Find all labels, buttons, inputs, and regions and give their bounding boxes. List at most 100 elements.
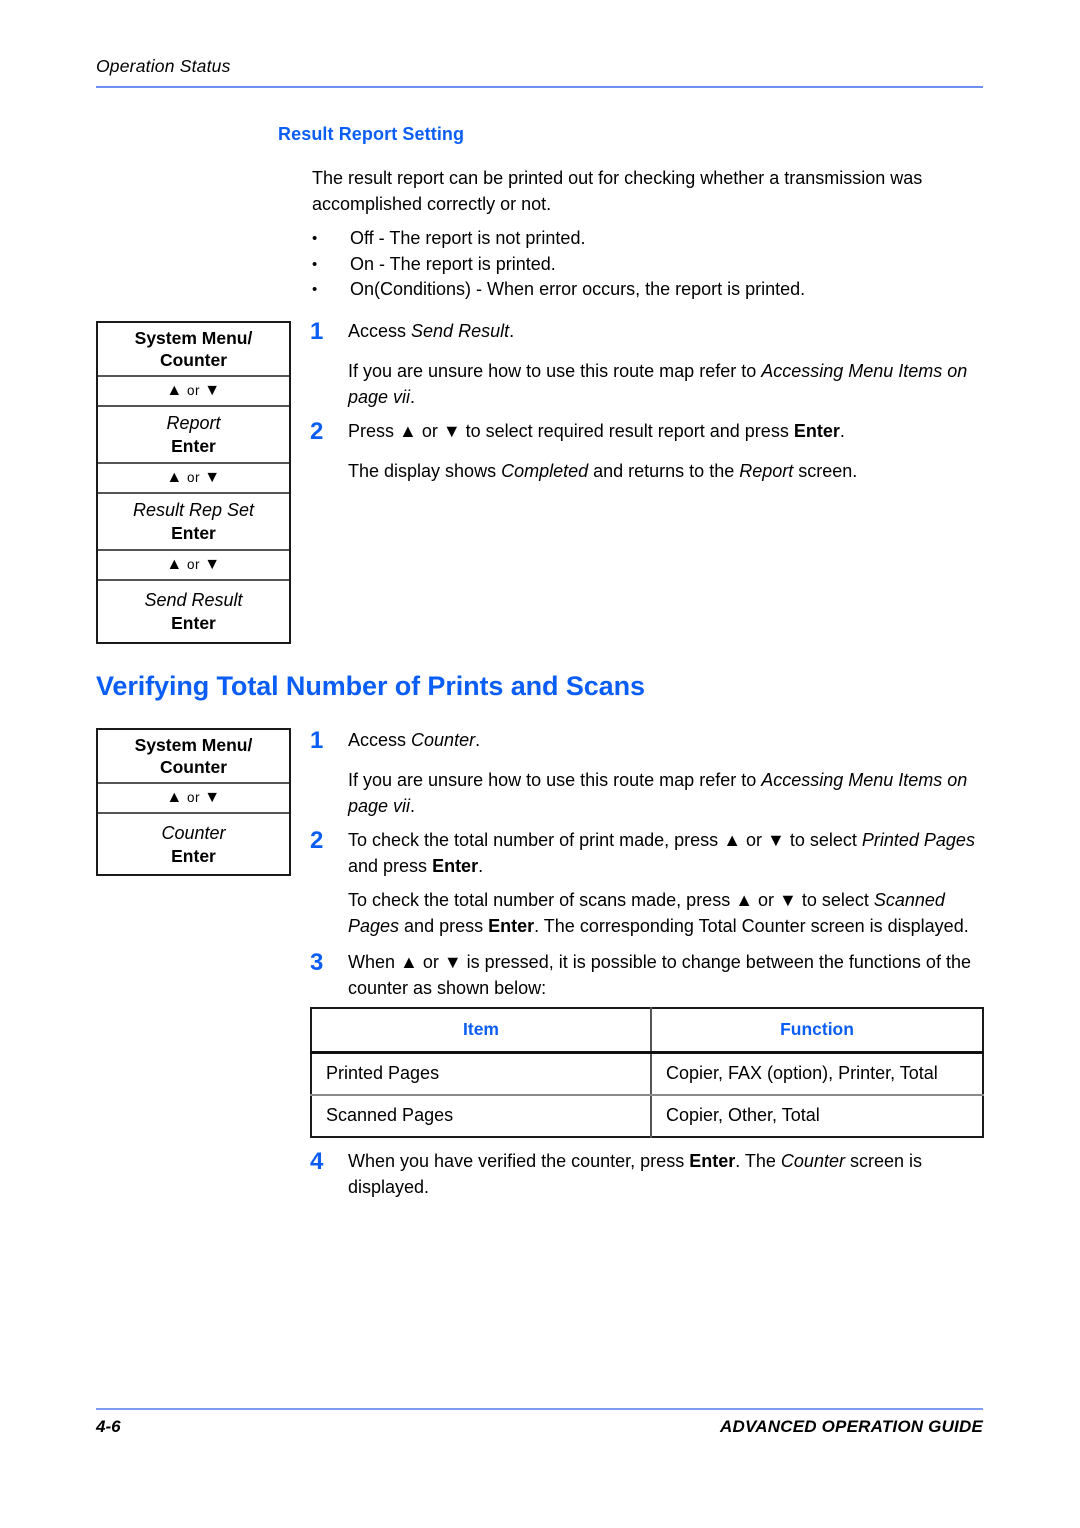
- subsection-intro-text: The result report can be printed out for…: [312, 168, 923, 214]
- route-map-key-label-line2: Counter: [159, 350, 228, 370]
- step-paragraph: When you have verified the counter, pres…: [348, 1151, 922, 1197]
- route-map-row-result-rep-set: Result Rep Set Enter: [98, 494, 289, 551]
- step-body: Access Counter. If you are unsure how to…: [348, 727, 990, 819]
- bullet-icon: •: [312, 230, 318, 247]
- arrow-or-label: or: [186, 790, 200, 805]
- bullet-icon: •: [312, 281, 318, 298]
- route-map-row-report: Report Enter: [98, 407, 289, 464]
- footer-divider-rule: [96, 1408, 983, 1410]
- running-header-title: Operation Status: [96, 56, 231, 76]
- column-header-item: Item: [311, 1008, 652, 1054]
- ui-reference: Printed Pages: [861, 830, 975, 850]
- key-reference: Enter: [689, 1151, 736, 1171]
- running-header: Operation Status: [96, 56, 983, 77]
- step-number: 1: [310, 727, 324, 754]
- step-number: 1: [310, 318, 324, 345]
- arrow-up-icon: ▲: [166, 789, 183, 806]
- arrow-or-label: or: [186, 383, 200, 398]
- arrow-down-icon: ▼: [204, 556, 221, 573]
- step-4-counter: 4 When you have verified the counter, pr…: [310, 1148, 990, 1200]
- arrow-updown-instruction: ▲ or ▼: [166, 381, 220, 401]
- footer-guide-title: ADVANCED OPERATION GUIDE: [720, 1417, 983, 1436]
- step-body: Access Send Result. If you are unsure ho…: [348, 318, 990, 410]
- step-number: 3: [310, 949, 324, 976]
- route-map-item-label: Result Rep Set: [132, 500, 255, 520]
- cross-reference: Accessing Menu Items on page vii: [348, 770, 968, 816]
- step-body: When you have verified the counter, pres…: [348, 1148, 990, 1200]
- table-cell-item: Scanned Pages: [311, 1095, 652, 1137]
- step-3-counter: 3 When ▲ or ▼ is pressed, it is possible…: [310, 949, 990, 1001]
- step-2-result-report: 2 Press ▲ or ▼ to select required result…: [310, 418, 990, 484]
- step-2-counter: 2 To check the total number of print mad…: [310, 827, 990, 939]
- key-reference: Enter: [793, 421, 840, 441]
- arrow-updown-instruction: ▲ or ▼: [166, 555, 220, 575]
- route-map-row-arrow: ▲ or ▼: [98, 551, 289, 581]
- ui-reference: Report: [739, 461, 794, 481]
- ui-reference: Counter: [411, 730, 476, 750]
- arrow-down-icon: ▼: [204, 789, 221, 806]
- route-map-enter-label: Enter: [171, 436, 216, 456]
- option-bullet-list: • Off - The report is not printed. • On …: [310, 226, 990, 303]
- route-map-row-send-result: Send Result Enter: [98, 581, 289, 642]
- step-paragraph: Access Counter.: [348, 730, 481, 750]
- route-map-row-system-menu: System Menu/ Counter: [98, 730, 289, 784]
- route-map-key-label-line2: Counter: [159, 757, 228, 777]
- document-page: Operation Status Result Report Setting T…: [0, 0, 1080, 1528]
- key-reference: Enter: [488, 916, 535, 936]
- route-map-row-arrow: ▲ or ▼: [98, 784, 289, 814]
- step-paragraph: Press ▲ or ▼ to select required result r…: [348, 421, 845, 441]
- route-map-enter-label: Enter: [171, 613, 216, 633]
- table-cell-item: Printed Pages: [311, 1052, 652, 1096]
- arrow-or-label: or: [186, 470, 200, 485]
- route-map-row-arrow: ▲ or ▼: [98, 464, 289, 494]
- route-map-result-report: System Menu/ Counter ▲ or ▼ Report Enter…: [96, 321, 291, 644]
- step-paragraph: When ▲ or ▼ is pressed, it is possible t…: [348, 952, 971, 998]
- step-paragraph: If you are unsure how to use this route …: [348, 770, 968, 816]
- step-1-result-report: 1 Access Send Result. If you are unsure …: [310, 318, 990, 410]
- route-map-key-label-line1: System Menu/: [134, 328, 253, 348]
- list-item-label: On(Conditions) - When error occurs, the …: [350, 279, 806, 299]
- table-row: Printed Pages Copier, FAX (option), Prin…: [311, 1052, 983, 1096]
- arrow-up-icon: ▲: [166, 556, 183, 573]
- list-item: • On - The report is printed.: [310, 252, 990, 278]
- header-divider-rule: [96, 86, 983, 88]
- step-paragraph: To check the total number of scans made,…: [348, 890, 969, 936]
- ui-reference: Send Result: [411, 321, 510, 341]
- step-body: When ▲ or ▼ is pressed, it is possible t…: [348, 949, 990, 1001]
- arrow-up-icon: ▲: [166, 382, 183, 399]
- arrow-updown-instruction: ▲ or ▼: [166, 468, 220, 488]
- route-map-item-label: Report: [166, 413, 221, 433]
- step-paragraph: If you are unsure how to use this route …: [348, 361, 968, 407]
- step-paragraph: To check the total number of print made,…: [348, 830, 975, 876]
- step-paragraph: The display shows Completed and returns …: [348, 461, 858, 481]
- route-map-row-arrow: ▲ or ▼: [98, 377, 289, 407]
- arrow-down-icon: ▼: [204, 469, 221, 486]
- list-item-label: On - The report is printed.: [350, 253, 556, 274]
- ui-reference: Scanned Pages: [348, 890, 945, 936]
- table-cell-function: Copier, FAX (option), Printer, Total: [651, 1052, 983, 1096]
- key-reference: Enter: [432, 856, 479, 876]
- route-map-row-system-menu: System Menu/ Counter: [98, 323, 289, 377]
- subsection-heading: Result Report Setting: [278, 124, 465, 144]
- cross-reference: Accessing Menu Items on page vii: [348, 361, 968, 407]
- table-cell-function: Copier, Other, Total: [666, 1105, 820, 1125]
- route-map-counter: System Menu/ Counter ▲ or ▼ Counter Ente…: [96, 728, 291, 876]
- list-item: • On(Conditions) - When error occurs, th…: [310, 277, 990, 303]
- route-map-item-label: Counter: [161, 822, 226, 843]
- arrow-down-icon: ▼: [204, 382, 221, 399]
- table-row: Scanned Pages Copier, Other, Total: [311, 1095, 983, 1137]
- list-item-label: Off - The report is not printed.: [350, 228, 586, 248]
- route-map-row-counter: Counter Enter: [98, 814, 289, 874]
- route-map-item-label: Send Result: [144, 590, 243, 610]
- arrow-updown-instruction: ▲ or ▼: [166, 788, 220, 808]
- table-header-row: Item Function: [311, 1008, 983, 1054]
- bullet-icon: •: [312, 255, 318, 273]
- route-map-enter-label: Enter: [171, 845, 216, 866]
- step-number: 4: [310, 1148, 324, 1175]
- step-paragraph: Access Send Result.: [348, 321, 515, 341]
- ui-reference: Counter: [780, 1151, 845, 1171]
- counter-functions-table: Item Function Printed Pages Copier, FAX …: [310, 1007, 984, 1138]
- step-number: 2: [310, 827, 324, 854]
- route-map-key-label-line1: System Menu/: [134, 735, 253, 755]
- list-item: • Off - The report is not printed.: [310, 226, 990, 252]
